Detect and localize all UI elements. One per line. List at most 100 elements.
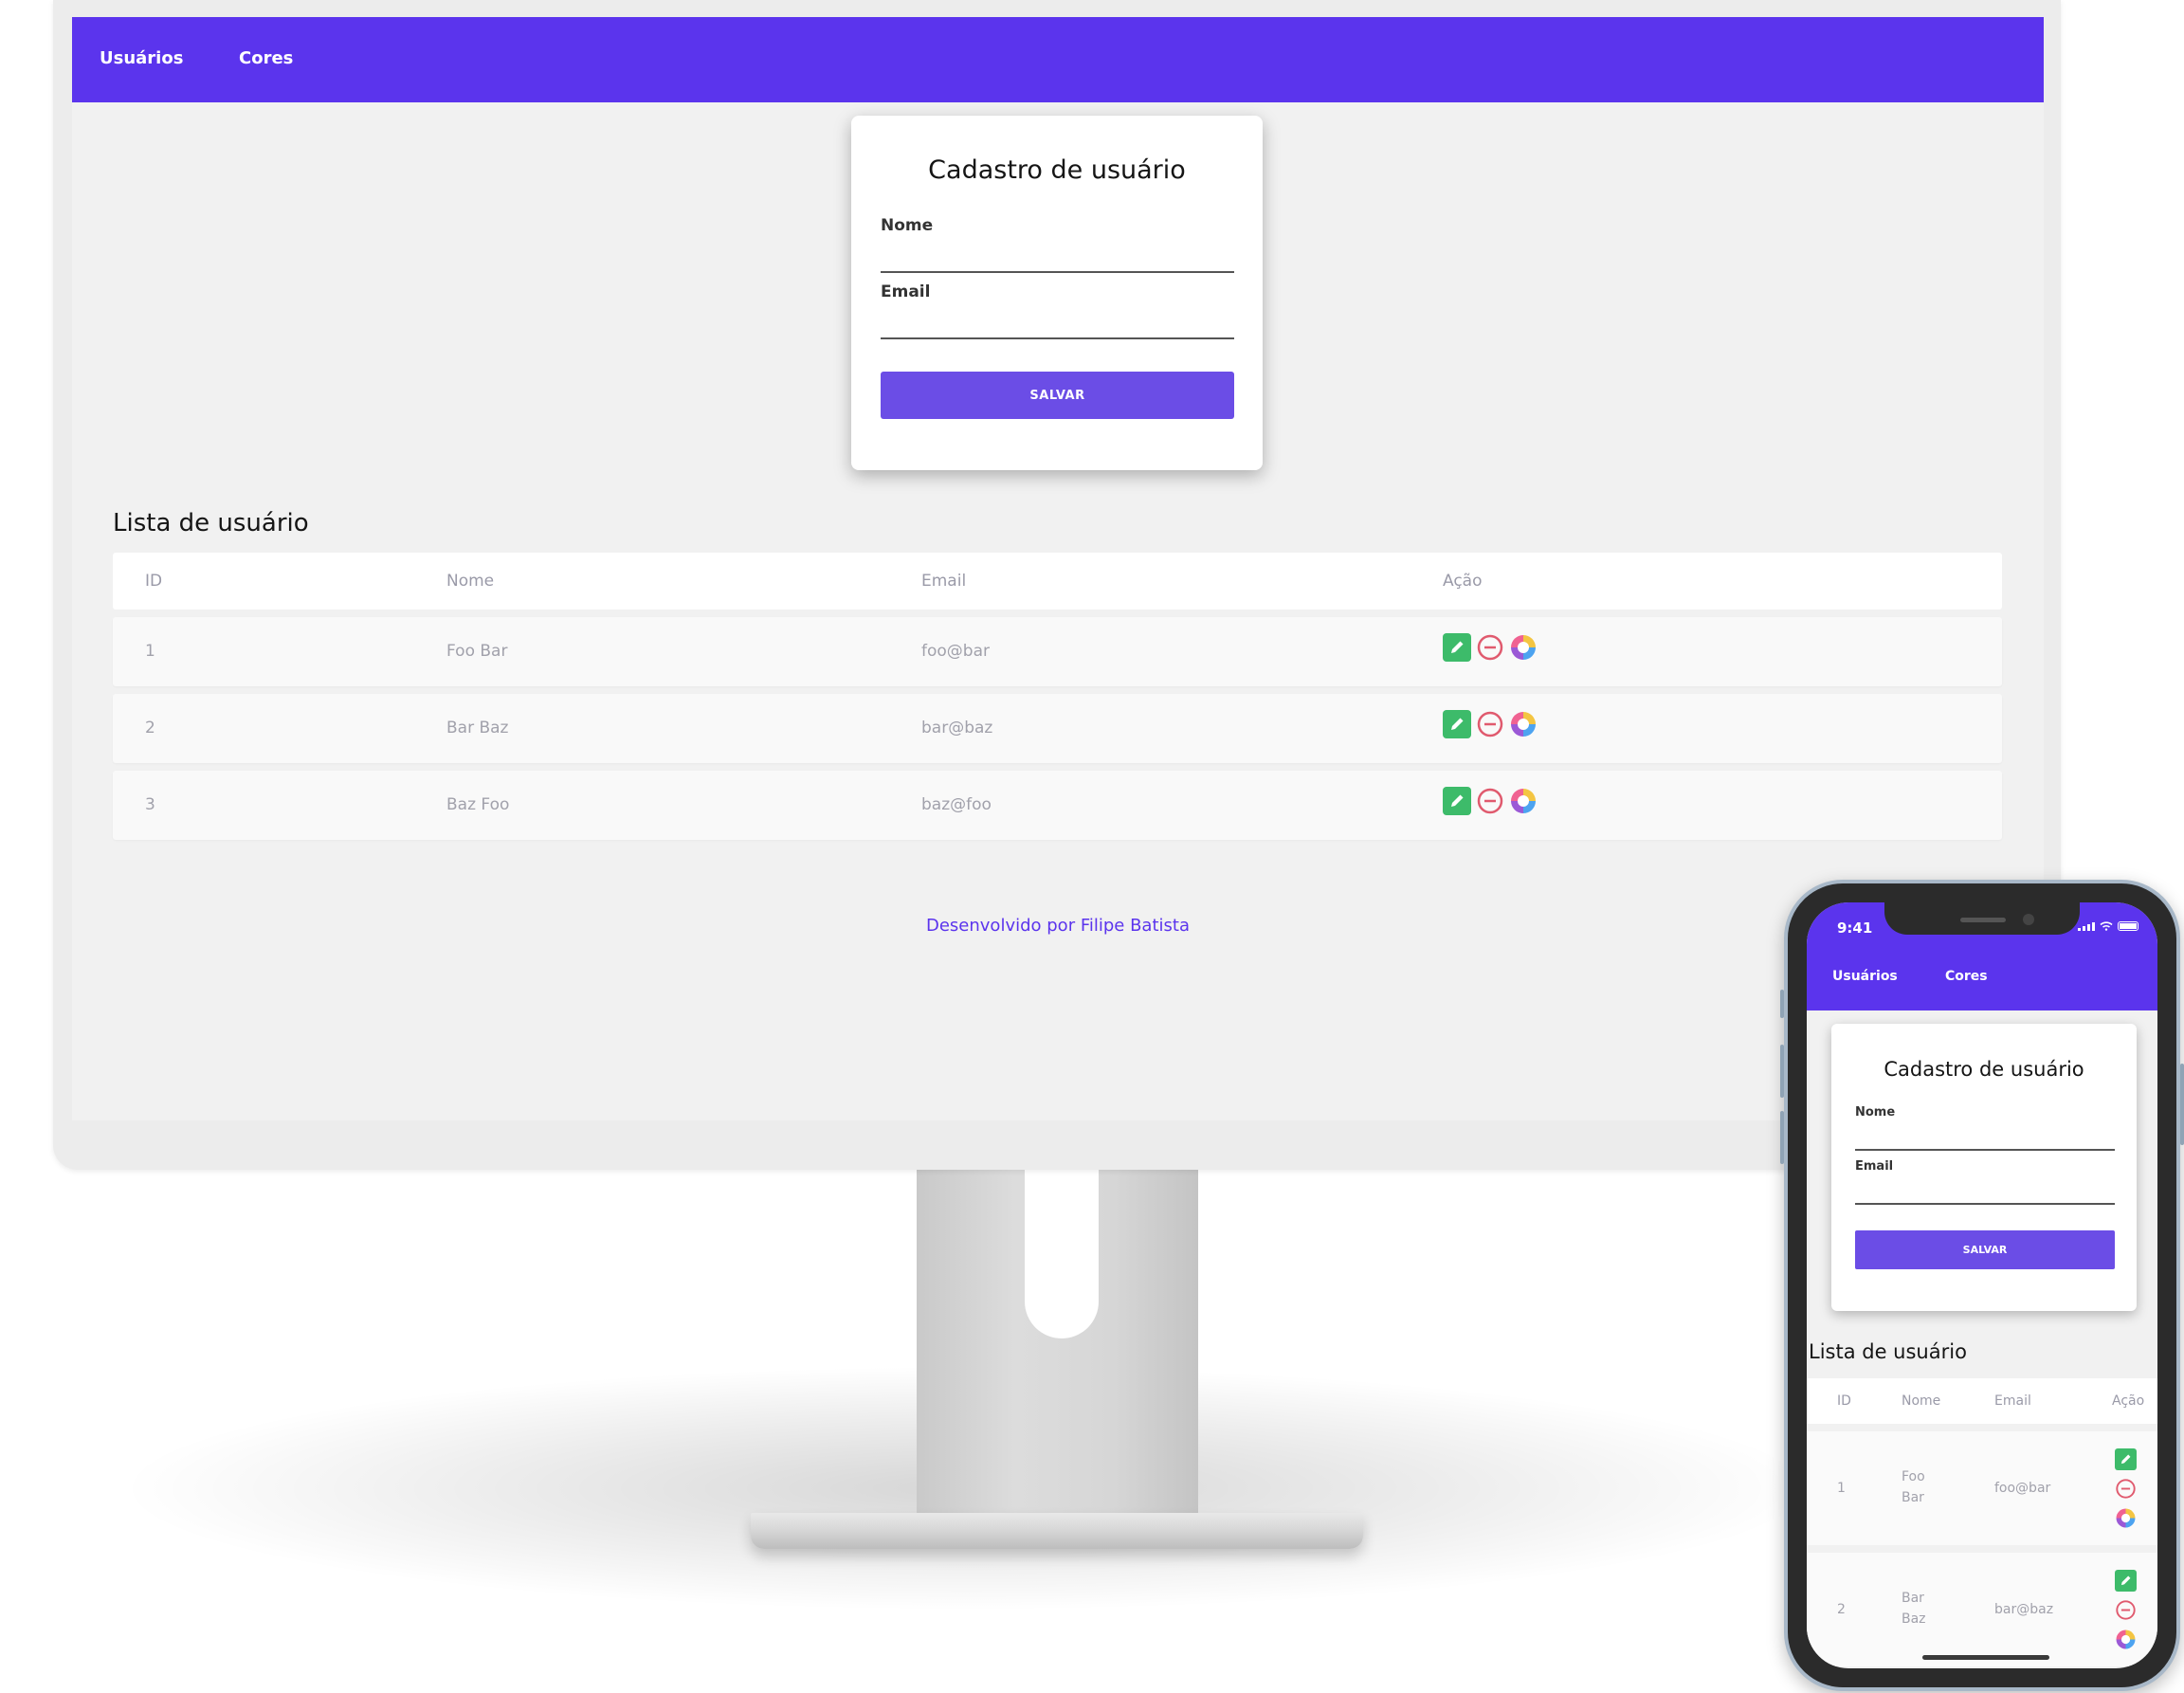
table-row: 1 Foo Bar foo@bar	[113, 617, 2002, 686]
email-label: Email	[881, 282, 931, 301]
phone-mockup: 9:41 Usuários Cores Cadastro de usuário …	[1780, 880, 2184, 1691]
name-field[interactable]	[1855, 1122, 2115, 1149]
cell-id: 1	[145, 642, 155, 661]
phone-notch	[1884, 902, 2080, 935]
row-actions	[2115, 1570, 2137, 1650]
phone-side-button	[1780, 1045, 1784, 1098]
pencil-icon[interactable]	[2115, 1448, 2137, 1470]
phone-screen: 9:41 Usuários Cores Cadastro de usuário …	[1807, 902, 2157, 1668]
header-email: Email	[1994, 1393, 2031, 1409]
nav-link-users[interactable]: Usuários	[100, 48, 183, 68]
name-label: Nome	[1855, 1105, 1896, 1120]
nav-link-colors[interactable]: Cores	[1945, 969, 1988, 984]
battery-icon	[2118, 921, 2138, 931]
device-mockup-scene: Usuários Cores Cadastro de usuário Nome …	[0, 0, 2184, 1693]
row-actions	[1443, 787, 1538, 815]
cell-email: baz@foo	[921, 795, 992, 814]
cell-id: 2	[145, 719, 155, 737]
cell-id: 3	[145, 795, 155, 814]
pencil-icon[interactable]	[2115, 1570, 2137, 1592]
name-field[interactable]	[881, 237, 1234, 271]
cell-email: foo@bar	[921, 642, 990, 661]
pencil-icon[interactable]	[1443, 787, 1471, 815]
header-name: Nome	[1902, 1393, 1941, 1409]
desktop-monitor: Usuários Cores Cadastro de usuário Nome …	[53, 0, 2061, 1170]
email-field[interactable]	[881, 303, 1234, 337]
list-title: Lista de usuário	[113, 509, 309, 537]
cell-id: 1	[1837, 1481, 1846, 1496]
home-indicator	[1922, 1655, 2049, 1660]
monitor-base	[751, 1513, 1363, 1549]
remove-circle-icon[interactable]	[1476, 633, 1504, 662]
phone-side-button	[1780, 1111, 1784, 1164]
cell-email: bar@baz	[921, 719, 993, 737]
desktop-screen: Usuários Cores Cadastro de usuário Nome …	[72, 17, 2044, 1120]
front-camera	[2023, 914, 2034, 925]
cell-name: Bar Baz	[446, 719, 509, 737]
footer-credit[interactable]: Desenvolvido por Filipe Batista	[72, 916, 2044, 936]
row-actions	[1443, 633, 1538, 662]
status-time: 9:41	[1837, 919, 1873, 937]
remove-circle-icon[interactable]	[2115, 1478, 2137, 1500]
user-form-card: Cadastro de usuário Nome Email SALVAR	[851, 116, 1263, 470]
cell-email: bar@baz	[1994, 1602, 2054, 1617]
cell-name-line1: Bar	[1902, 1591, 1924, 1606]
name-label: Nome	[881, 216, 934, 235]
remove-circle-icon[interactable]	[1476, 787, 1504, 815]
cell-name: Baz Foo	[446, 795, 510, 814]
save-button[interactable]: SALVAR	[881, 372, 1234, 419]
table-row: 2 Bar Baz bar@baz	[1807, 1553, 2157, 1666]
pencil-icon[interactable]	[1443, 633, 1471, 662]
header-action: Ação	[1443, 572, 1483, 591]
cell-name: Foo Bar	[446, 642, 508, 661]
remove-circle-icon[interactable]	[2115, 1599, 2137, 1621]
color-wheel-icon[interactable]	[1509, 633, 1538, 662]
table-row: 1 Foo Bar foo@bar	[1807, 1431, 2157, 1545]
pencil-icon[interactable]	[1443, 710, 1471, 738]
table-header: ID Nome Email Ação	[1807, 1378, 2157, 1424]
email-field[interactable]	[1855, 1176, 2115, 1203]
name-field-underline	[1855, 1149, 2115, 1151]
table-row: 2 Bar Baz bar@baz	[113, 694, 2002, 763]
email-field-underline	[1855, 1203, 2115, 1205]
nav-link-users[interactable]: Usuários	[1832, 969, 1898, 984]
speaker-grille	[1960, 918, 2006, 922]
name-field-underline	[881, 271, 1234, 273]
color-wheel-icon[interactable]	[2115, 1629, 2137, 1650]
table-header: ID Nome Email Ação	[113, 553, 2002, 610]
color-wheel-icon[interactable]	[1509, 787, 1538, 815]
email-field-underline	[881, 337, 1234, 339]
wifi-icon	[2100, 921, 2113, 931]
stand-cable-hole	[1025, 1170, 1099, 1338]
form-title: Cadastro de usuário	[928, 155, 1186, 185]
header-email: Email	[921, 572, 967, 591]
list-title: Lista de usuário	[1809, 1340, 1967, 1363]
table-row: 3 Baz Foo baz@foo	[113, 771, 2002, 840]
status-icons	[2078, 921, 2138, 931]
header-id: ID	[145, 572, 163, 591]
save-button[interactable]: SALVAR	[1855, 1230, 2115, 1269]
phone-side-button	[1780, 990, 1784, 1018]
header-name: Nome	[446, 572, 495, 591]
color-wheel-icon[interactable]	[2115, 1507, 2137, 1529]
cell-name-line1: Foo	[1902, 1469, 1925, 1484]
monitor-stand	[917, 1170, 1198, 1515]
cell-name-line2: Bar	[1902, 1490, 1924, 1505]
header-action: Ação	[2112, 1393, 2145, 1409]
phone-side-button	[2180, 1064, 2184, 1145]
remove-circle-icon[interactable]	[1476, 710, 1504, 738]
form-title: Cadastro de usuário	[1884, 1058, 2084, 1081]
row-actions	[1443, 710, 1538, 738]
signal-icon	[2078, 922, 2095, 931]
cell-id: 2	[1837, 1602, 1846, 1617]
header-id: ID	[1837, 1393, 1851, 1409]
user-form-card: Cadastro de usuário Nome Email SALVAR	[1831, 1024, 2137, 1311]
users-table: ID Nome Email Ação 1 Foo Bar foo@bar 2 B…	[113, 553, 2002, 840]
email-label: Email	[1855, 1159, 1894, 1174]
cell-email: foo@bar	[1994, 1481, 2051, 1496]
nav-link-colors[interactable]: Cores	[239, 48, 293, 68]
top-navbar: Usuários Cores	[72, 17, 2044, 102]
row-actions	[2115, 1448, 2137, 1529]
color-wheel-icon[interactable]	[1509, 710, 1538, 738]
cell-name-line2: Baz	[1902, 1611, 1926, 1627]
